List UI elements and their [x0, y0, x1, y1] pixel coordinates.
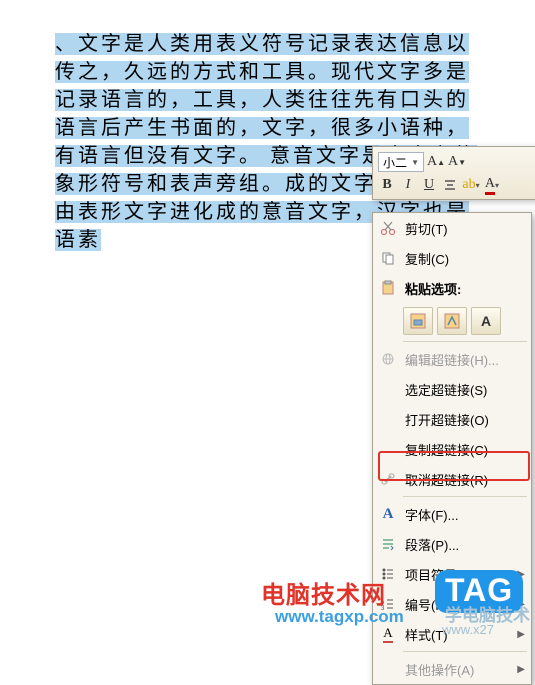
menu-label: 粘贴选项: [405, 279, 525, 298]
menu-select-hyperlink[interactable]: 选定超链接(S) [373, 374, 531, 404]
blank-icon [377, 380, 399, 398]
menu-label: 编辑超链接(H)... [405, 350, 525, 369]
menu-label: 取消超链接(R) [405, 470, 525, 489]
menu-paragraph[interactable]: 段落(P)... [373, 529, 531, 559]
menu-copy[interactable]: 复制(C) [373, 243, 531, 273]
paste-keep-source-button[interactable] [403, 307, 433, 335]
menu-separator [403, 341, 527, 342]
menu-remove-hyperlink[interactable]: 取消超链接(R) [373, 464, 531, 494]
menu-label: 选定超链接(S) [405, 380, 525, 399]
menu-paste-heading: 粘贴选项: [373, 273, 531, 303]
globe-link-icon [377, 350, 399, 368]
paste-merge-button[interactable] [437, 307, 467, 335]
copy-icon [377, 249, 399, 267]
menu-label: 其他操作(A) [405, 660, 513, 679]
blank-icon [377, 660, 399, 678]
menu-label: 字体(F)... [405, 505, 525, 524]
menu-label: 段落(P)... [405, 535, 525, 554]
unlink-icon [377, 470, 399, 488]
shrink-font-button[interactable]: A▼ [448, 153, 466, 171]
menu-label: 打开超链接(O) [405, 410, 525, 429]
menu-font[interactable]: A 字体(F)... [373, 499, 531, 529]
chevron-right-icon: ▶ [517, 664, 525, 675]
menu-separator [403, 651, 527, 652]
font-size-select[interactable]: 小二 ▼ [378, 152, 424, 172]
underline-button[interactable]: U [420, 176, 438, 194]
grow-font-button[interactable]: A▲ [427, 153, 445, 171]
styles-icon: A [377, 625, 399, 643]
menu-open-hyperlink[interactable]: 打开超链接(O) [373, 404, 531, 434]
font-a-icon: A [377, 505, 399, 523]
menu-label: 剪切(T) [405, 219, 525, 238]
clipboard-icon [377, 279, 399, 297]
watermark-site-zh2: 学电脑技术 [445, 601, 530, 626]
chevron-right-icon: ▶ [517, 629, 525, 640]
menu-other-actions[interactable]: 其他操作(A) ▶ [373, 654, 531, 684]
watermark-site-zh: 电脑技术网 [261, 575, 386, 610]
mini-toolbar: 小二 ▼ A▲ A▼ B I U ab▾ A▾ [372, 146, 535, 200]
paste-text-only-button[interactable]: A [471, 307, 501, 335]
menu-cut[interactable]: 剪切(T) [373, 213, 531, 243]
bold-button[interactable]: B [378, 176, 396, 194]
paste-options-row: A [373, 303, 531, 339]
font-color-button[interactable]: A▾ [483, 176, 501, 194]
menu-label: 复制超链接(C) [405, 440, 525, 459]
menu-separator [403, 496, 527, 497]
menu-label: 复制(C) [405, 249, 525, 268]
blank-icon [377, 410, 399, 428]
blank-icon [377, 440, 399, 458]
font-size-value: 小二 [383, 154, 407, 171]
center-align-button[interactable] [441, 176, 459, 194]
menu-copy-hyperlink[interactable]: 复制超链接(C) [373, 434, 531, 464]
highlight-button[interactable]: ab▾ [462, 176, 480, 194]
menu-edit-hyperlink[interactable]: 编辑超链接(H)... [373, 344, 531, 374]
chevron-down-icon: ▼ [411, 158, 419, 167]
watermark-url-primary: www.tagxp.com [275, 607, 404, 627]
italic-button[interactable]: I [399, 176, 417, 194]
paragraph-icon [377, 535, 399, 553]
scissors-icon [377, 219, 399, 237]
